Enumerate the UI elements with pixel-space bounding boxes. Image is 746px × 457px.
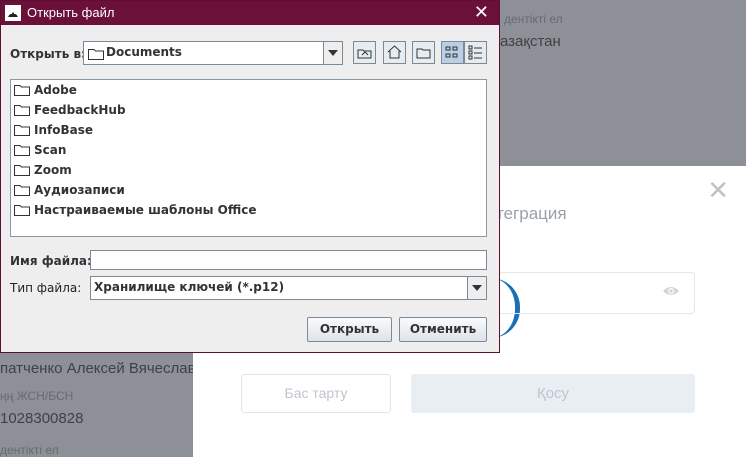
file-name-input[interactable] [90, 250, 487, 270]
dialog-close-icon[interactable]: ✕ [474, 2, 489, 23]
close-icon[interactable]: ✕ [707, 178, 729, 204]
folder-icon [14, 205, 30, 216]
modal-add-button[interactable]: Қосу [411, 374, 695, 413]
look-in-label: Открыть в: [10, 47, 86, 61]
folder-icon [14, 165, 30, 176]
file-name: Adobe [34, 83, 77, 97]
eye-icon[interactable] [662, 285, 680, 297]
modal-title: теграция [496, 204, 567, 223]
list-item[interactable]: Scan [14, 143, 66, 161]
folder-icon [14, 145, 30, 156]
new-folder-icon [416, 48, 431, 59]
home-button[interactable] [383, 41, 406, 64]
open-file-dialog: Открыть файл ✕ Открыть в: Documents Adob… [0, 0, 500, 353]
bottom-country-label: дентікті ел [0, 443, 59, 457]
file-name: Аудиозаписи [34, 183, 125, 197]
list-item[interactable]: InfoBase [14, 123, 93, 141]
file-name: InfoBase [34, 123, 93, 137]
chevron-down-icon[interactable] [467, 277, 486, 299]
file-name-label: Имя файла: [10, 254, 92, 268]
folder-icon [14, 105, 30, 116]
up-folder-button[interactable] [353, 41, 376, 64]
file-type-label: Тип файла: [10, 281, 82, 295]
details-view-button[interactable] [464, 41, 487, 64]
folder-icon [88, 49, 104, 60]
list-item[interactable]: Аудиозаписи [14, 183, 125, 201]
list-item[interactable]: Adobe [14, 83, 77, 101]
cancel-button[interactable]: Отменить [399, 317, 487, 342]
file-name: Zoom [34, 163, 72, 177]
new-folder-button[interactable] [412, 41, 435, 64]
file-name: FeedbackHub [34, 103, 126, 117]
file-name: Scan [34, 143, 67, 157]
password-field[interactable] [498, 272, 695, 314]
file-name: Настраиваемые шаблоны Office [34, 203, 257, 217]
list-item[interactable]: Zoom [14, 163, 72, 181]
file-type-select[interactable]: Хранилище ключей (*.p12) [90, 276, 487, 300]
iin-label: ңң ЖСН/БСН [0, 389, 74, 403]
list-item[interactable]: Настраиваемые шаблоны Office [14, 203, 257, 221]
dialog-titlebar[interactable]: Открыть файл ✕ [1, 1, 499, 25]
home-icon [387, 45, 402, 59]
list-view-button[interactable] [441, 41, 464, 64]
list-view-icon [445, 46, 458, 58]
chevron-down-icon[interactable] [323, 42, 342, 64]
folder-icon [14, 85, 30, 96]
country-label: дентікті ел [504, 12, 563, 26]
look-in-select[interactable]: Documents [83, 41, 343, 65]
file-type-value: Хранилище ключей (*.p12) [94, 280, 285, 294]
open-button[interactable]: Открыть [307, 317, 392, 342]
country-value: азақстан [500, 33, 561, 50]
list-item[interactable]: FeedbackHub [14, 103, 126, 121]
details-view-icon [468, 45, 482, 60]
up-folder-icon [357, 49, 372, 59]
person-name: патченко Алексей Вячеслав [0, 360, 196, 377]
java-app-icon [5, 5, 21, 21]
look-in-value: Documents [106, 45, 182, 59]
file-list[interactable]: Adobe FeedbackHub InfoBase Scan Zoom Ауд… [10, 79, 487, 237]
folder-icon [14, 185, 30, 196]
dialog-title: Открыть файл [27, 5, 115, 20]
modal-cancel-button[interactable]: Бас тарту [241, 374, 391, 413]
folder-icon [14, 125, 30, 136]
iin-value: 1028300828 [0, 410, 84, 427]
